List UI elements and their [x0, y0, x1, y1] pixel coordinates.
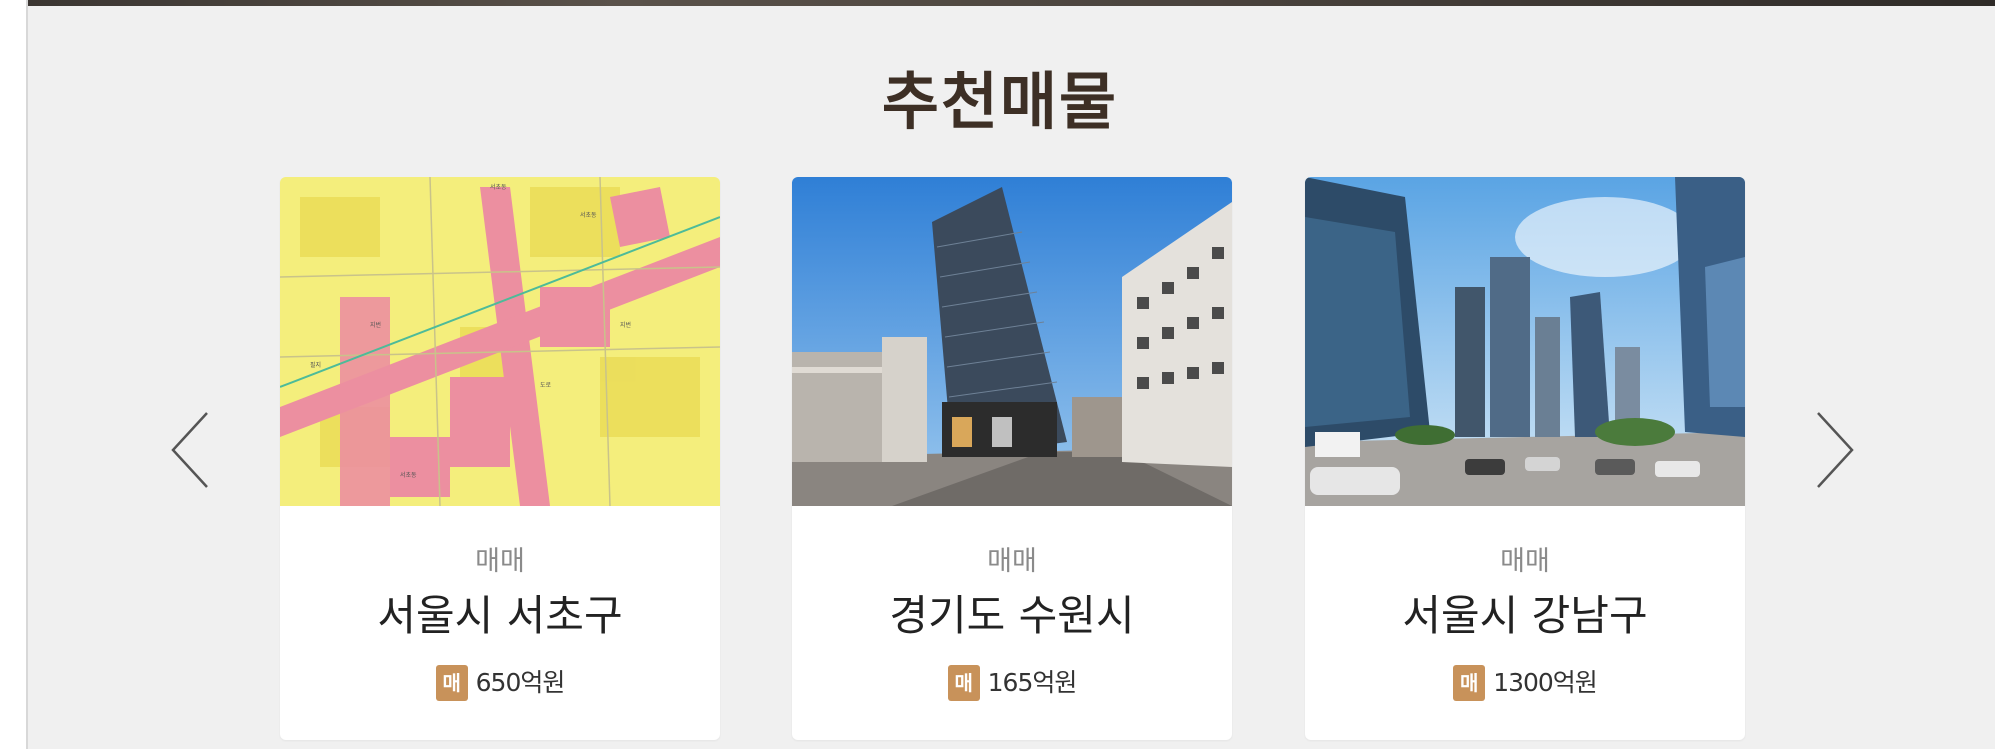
svg-text:지번: 지번 [620, 321, 631, 329]
listing-image-building [792, 177, 1232, 506]
svg-text:서초동: 서초동 [580, 211, 597, 219]
listing-price-row: 매 650억원 [280, 663, 720, 702]
listing-type: 매매 [1500, 546, 1550, 577]
listing-price-row: 매 1300억원 [1305, 663, 1745, 702]
listing-type: 매매 [475, 546, 525, 577]
listing-price: 1300억원 [1493, 668, 1598, 697]
svg-text:서초동: 서초동 [400, 471, 417, 479]
page: 추천매물 서초동 지번 서초동 필지 도로 지번 서초동 매매 서울시 서초구 … [0, 0, 1995, 749]
sale-badge: 매 [1453, 665, 1486, 701]
listing-card[interactable]: 매매 경기도 수원시 매 165억원 [792, 177, 1232, 740]
carousel-prev-button[interactable] [165, 405, 225, 495]
svg-text:필지: 필지 [310, 361, 321, 369]
listing-image-map: 서초동 지번 서초동 필지 도로 지번 서초동 [280, 177, 720, 506]
svg-text:지번: 지번 [370, 321, 381, 329]
listing-card[interactable]: 매매 서울시 강남구 매 1300억원 [1305, 177, 1745, 740]
listing-location: 서울시 강남구 [1402, 591, 1648, 640]
listing-price: 165억원 [987, 668, 1078, 697]
svg-text:서초동: 서초동 [490, 183, 507, 191]
listing-location: 서울시 서초구 [377, 591, 623, 640]
carousel-next-button[interactable] [1800, 405, 1860, 495]
chevron-right-icon [1817, 412, 1854, 488]
listing-location: 경기도 수원시 [889, 591, 1135, 640]
listing-card[interactable]: 서초동 지번 서초동 필지 도로 지번 서초동 매매 서울시 서초구 매 650억… [280, 177, 720, 740]
sale-badge: 매 [947, 665, 980, 701]
chevron-left-icon [171, 412, 208, 488]
sale-badge: 매 [435, 665, 468, 701]
listing-price-row: 매 165억원 [792, 663, 1232, 702]
listing-image-skyscrapers [1305, 177, 1745, 506]
svg-text:도로: 도로 [540, 382, 552, 389]
listing-type: 매매 [987, 546, 1037, 577]
listing-price: 650억원 [475, 668, 566, 697]
section-title: 추천매물 [881, 65, 1119, 138]
